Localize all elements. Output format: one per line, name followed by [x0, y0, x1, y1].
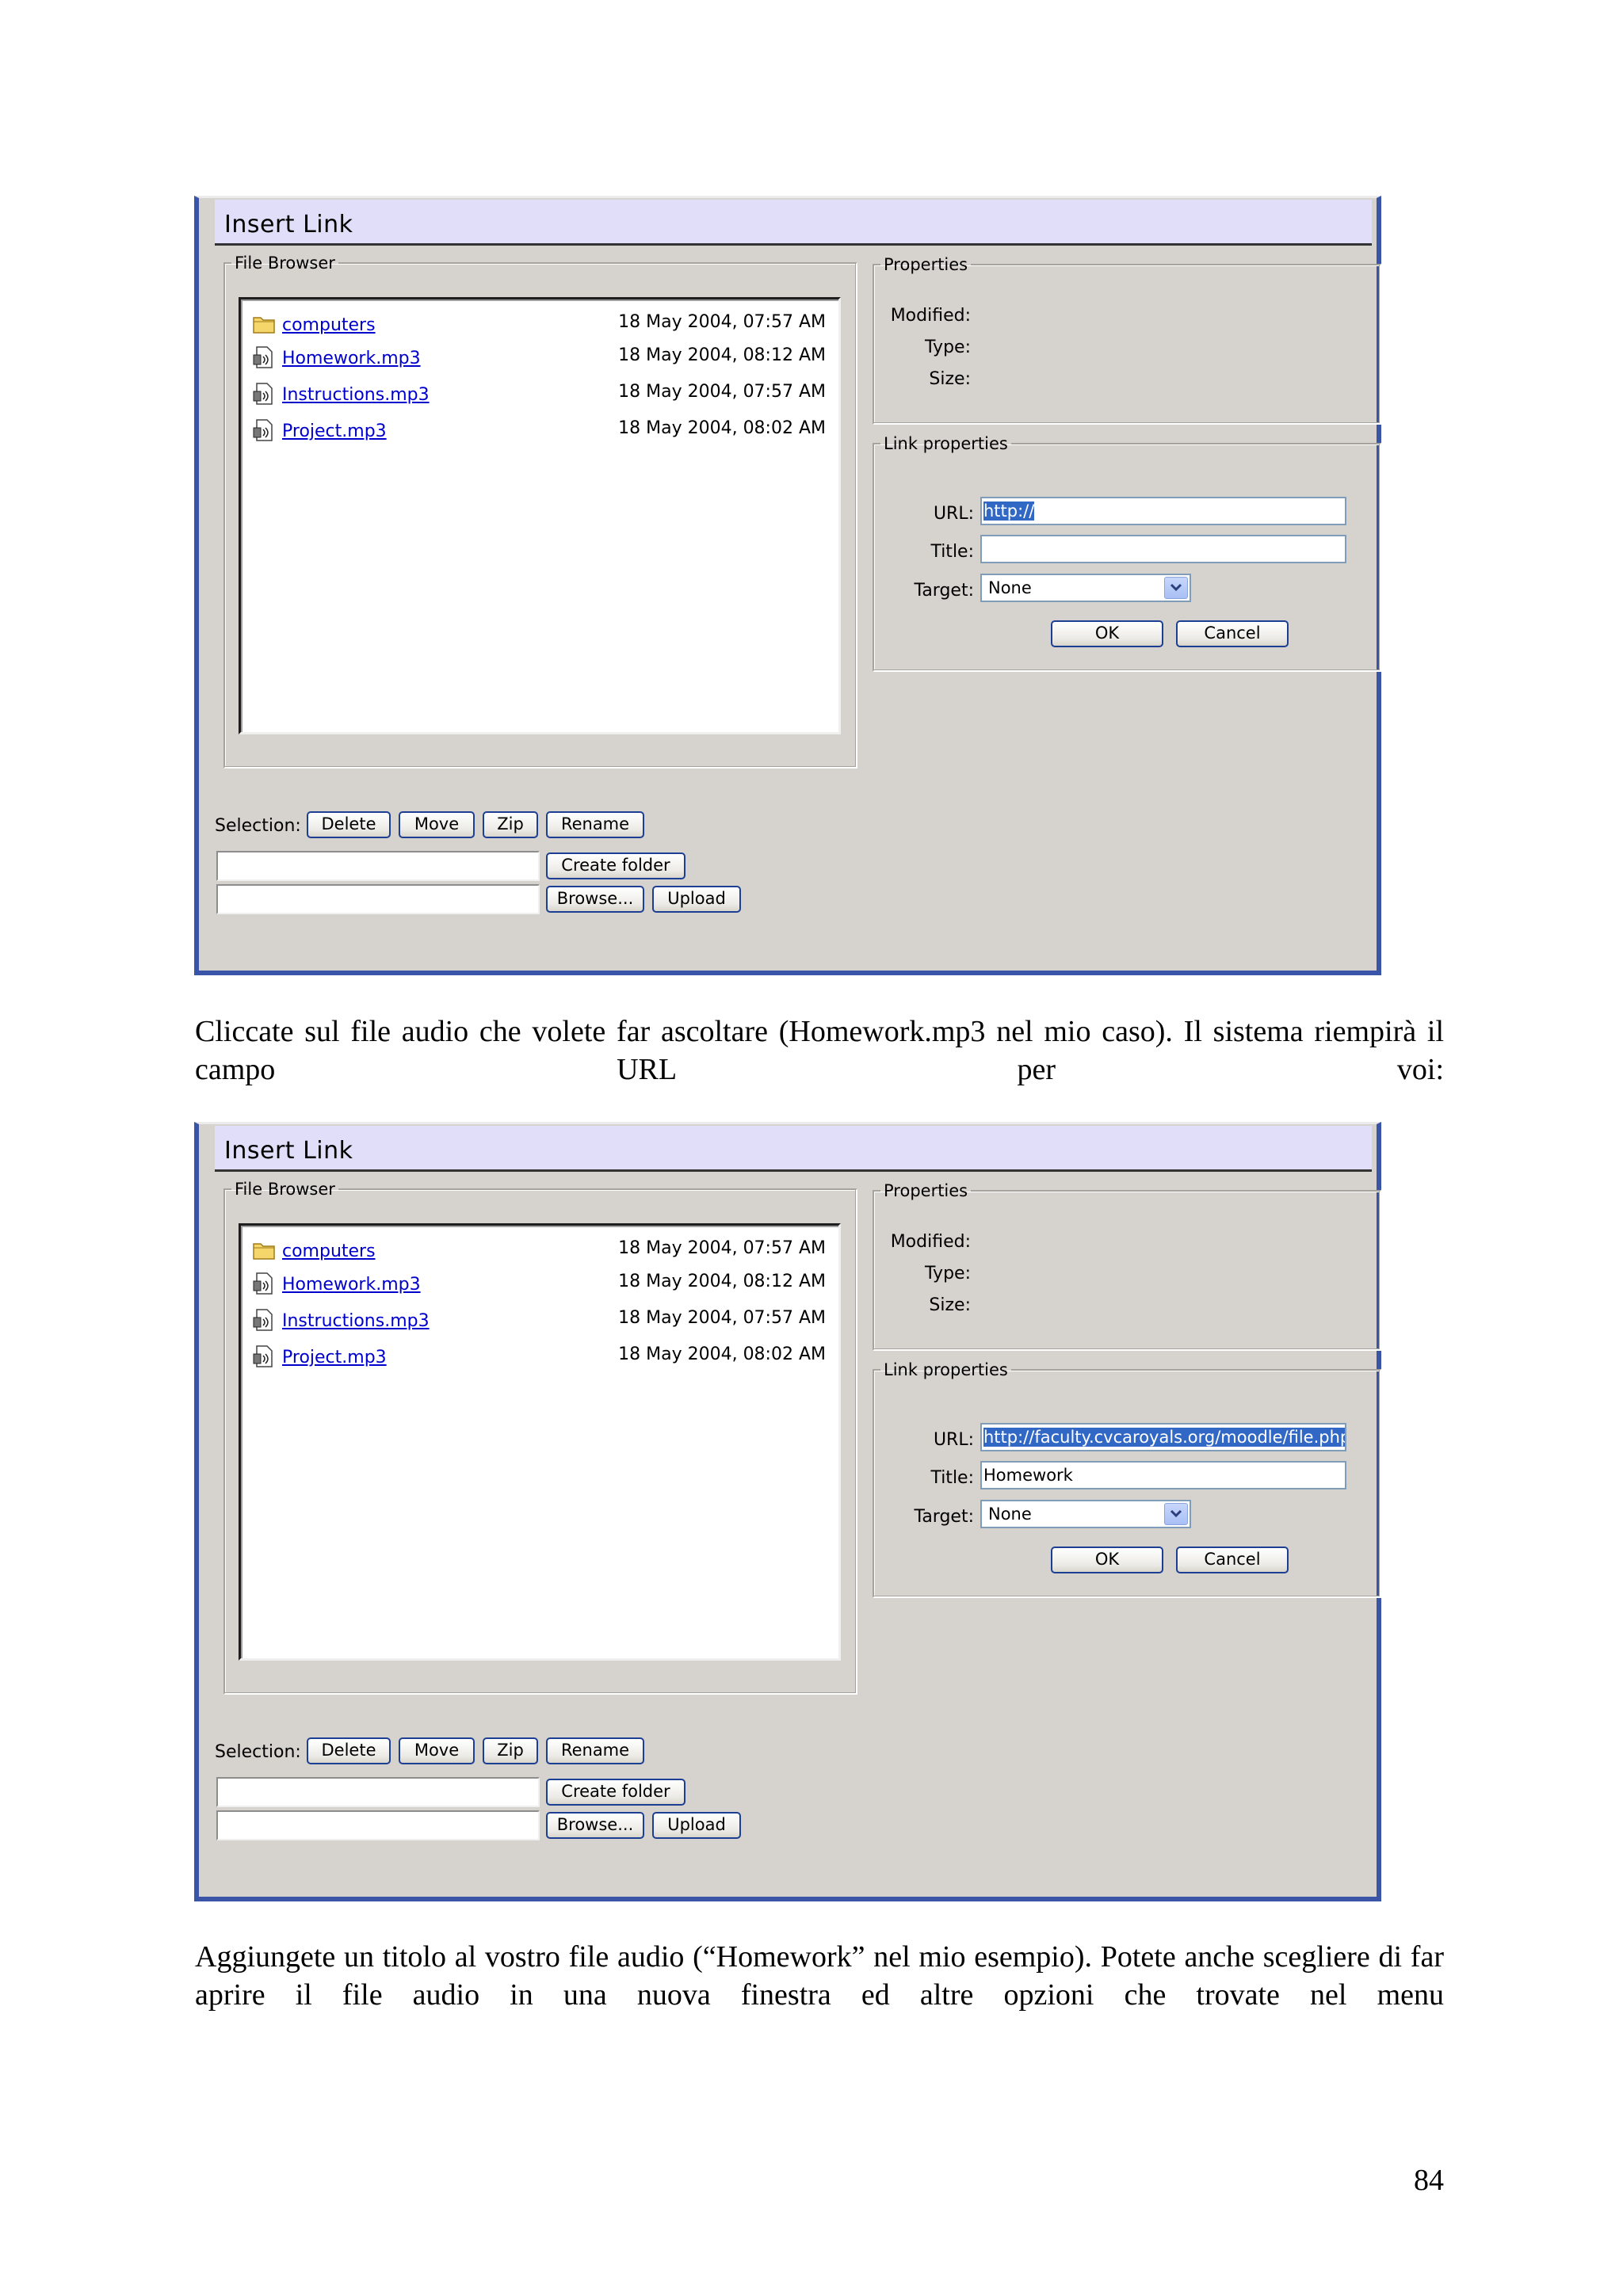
- delete-button[interactable]: Delete: [307, 1737, 391, 1764]
- audio-file-icon: [253, 1345, 273, 1367]
- file-date: 18 May 2004, 08:02 AM: [618, 1344, 826, 1364]
- upload-file-input[interactable]: [216, 1810, 540, 1840]
- target-value: None: [988, 1505, 1032, 1524]
- url-label: URL:: [933, 504, 974, 524]
- chevron-down-icon[interactable]: [1164, 577, 1188, 599]
- file-list[interactable]: computers 18 May 2004, 07:57 AM Homework…: [239, 297, 841, 734]
- cancel-button[interactable]: Cancel: [1176, 620, 1289, 647]
- title-value: Homework: [983, 1466, 1073, 1485]
- dialog-title: Insert Link: [224, 211, 353, 238]
- file-row[interactable]: Instructions.mp3 18 May 2004, 07:57 AM: [252, 380, 831, 407]
- file-date: 18 May 2004, 07:57 AM: [618, 1238, 826, 1258]
- paragraph-2: Aggiungete un titolo al vostro file audi…: [195, 1940, 1444, 2012]
- url-input[interactable]: http://: [980, 497, 1346, 525]
- insert-link-dialog: Insert Link File Browser computers 18 Ma…: [194, 196, 1381, 975]
- file-date: 18 May 2004, 07:57 AM: [618, 312, 826, 332]
- link-properties-legend: Link properties: [884, 1360, 1008, 1379]
- file-link[interactable]: Homework.mp3: [282, 1275, 421, 1295]
- audio-file-icon: [253, 383, 273, 405]
- properties-legend: Properties: [884, 255, 968, 274]
- file-link[interactable]: computers: [282, 1241, 376, 1261]
- file-date: 18 May 2004, 08:02 AM: [618, 418, 826, 438]
- delete-button[interactable]: Delete: [307, 811, 391, 838]
- audio-file-icon: [253, 419, 273, 441]
- link-properties-legend: Link properties: [884, 434, 1008, 453]
- target-select[interactable]: None: [980, 574, 1191, 602]
- folder-icon: [253, 317, 275, 334]
- file-row[interactable]: Homework.mp3 18 May 2004, 08:12 AM: [252, 344, 831, 371]
- create-folder-button[interactable]: Create folder: [546, 1779, 685, 1806]
- file-date: 18 May 2004, 08:12 AM: [618, 1272, 826, 1291]
- file-row[interactable]: computers 18 May 2004, 07:57 AM: [252, 311, 831, 338]
- folder-icon: [253, 1243, 275, 1260]
- file-link[interactable]: Project.mp3: [282, 421, 387, 441]
- size-label: Size:: [929, 1295, 971, 1315]
- url-value: http://: [983, 502, 1035, 521]
- file-row[interactable]: Instructions.mp3 18 May 2004, 07:57 AM: [252, 1306, 831, 1333]
- url-value: http://faculty.cvcaroyals.org/moodle/fil…: [983, 1428, 1345, 1447]
- url-input[interactable]: http://faculty.cvcaroyals.org/moodle/fil…: [980, 1423, 1346, 1451]
- file-link[interactable]: Project.mp3: [282, 1348, 387, 1367]
- zip-button[interactable]: Zip: [483, 1737, 538, 1764]
- upload-button[interactable]: Upload: [652, 886, 741, 913]
- move-button[interactable]: Move: [399, 1737, 475, 1764]
- upload-button[interactable]: Upload: [652, 1812, 741, 1839]
- dialog-titlebar: Insert Link: [215, 1126, 1372, 1172]
- file-link[interactable]: Instructions.mp3: [282, 385, 430, 405]
- paragraph-1: Cliccate sul file audio che volete far a…: [195, 1015, 1444, 1086]
- modified-label: Modified:: [890, 1232, 971, 1252]
- audio-file-icon: [253, 346, 273, 368]
- dialog-titlebar: Insert Link: [215, 200, 1372, 246]
- url-label: URL:: [933, 1430, 974, 1450]
- move-button[interactable]: Move: [399, 811, 475, 838]
- upload-file-input[interactable]: [216, 884, 540, 914]
- file-row[interactable]: Homework.mp3 18 May 2004, 08:12 AM: [252, 1270, 831, 1297]
- zip-button[interactable]: Zip: [483, 811, 538, 838]
- audio-file-icon: [253, 1309, 273, 1331]
- target-label: Target:: [914, 581, 974, 601]
- page-number: 84: [1414, 2164, 1444, 2197]
- properties-legend: Properties: [884, 1181, 968, 1200]
- rename-button[interactable]: Rename: [546, 1737, 644, 1764]
- file-link[interactable]: Homework.mp3: [282, 349, 421, 368]
- ok-button[interactable]: OK: [1051, 1547, 1163, 1573]
- folder-name-input[interactable]: [216, 1777, 540, 1807]
- title-label: Title:: [930, 542, 974, 562]
- browse-button[interactable]: Browse...: [546, 1812, 644, 1839]
- file-date: 18 May 2004, 08:12 AM: [618, 345, 826, 365]
- type-label: Type:: [925, 1264, 971, 1283]
- folder-name-input[interactable]: [216, 851, 540, 881]
- file-browser-legend: File Browser: [235, 254, 335, 273]
- audio-file-icon: [253, 1272, 273, 1295]
- file-date: 18 May 2004, 07:57 AM: [618, 382, 826, 402]
- cancel-button[interactable]: Cancel: [1176, 1547, 1289, 1573]
- insert-link-dialog: Insert Link File Browser computers 18 Ma…: [194, 1122, 1381, 1901]
- file-row[interactable]: computers 18 May 2004, 07:57 AM: [252, 1237, 831, 1264]
- file-browser-legend: File Browser: [235, 1180, 335, 1199]
- dialog-title: Insert Link: [224, 1137, 353, 1165]
- size-label: Size:: [929, 369, 971, 389]
- rename-button[interactable]: Rename: [546, 811, 644, 838]
- file-row[interactable]: Project.mp3 18 May 2004, 08:02 AM: [252, 1343, 831, 1370]
- title-label: Title:: [930, 1468, 974, 1488]
- selection-label: Selection:: [215, 1742, 301, 1762]
- target-select[interactable]: None: [980, 1500, 1191, 1528]
- create-folder-button[interactable]: Create folder: [546, 852, 685, 879]
- selection-label: Selection:: [215, 816, 301, 836]
- title-input[interactable]: [980, 535, 1346, 563]
- target-label: Target:: [914, 1507, 974, 1527]
- chevron-down-icon[interactable]: [1164, 1503, 1188, 1525]
- file-link[interactable]: computers: [282, 315, 376, 335]
- file-date: 18 May 2004, 07:57 AM: [618, 1308, 826, 1328]
- ok-button[interactable]: OK: [1051, 620, 1163, 647]
- title-input[interactable]: Homework: [980, 1461, 1346, 1489]
- target-value: None: [988, 578, 1032, 597]
- browse-button[interactable]: Browse...: [546, 886, 644, 913]
- file-list[interactable]: computers 18 May 2004, 07:57 AM Homework…: [239, 1223, 841, 1661]
- modified-label: Modified:: [890, 306, 971, 326]
- type-label: Type:: [925, 338, 971, 357]
- file-link[interactable]: Instructions.mp3: [282, 1311, 430, 1331]
- file-row[interactable]: Project.mp3 18 May 2004, 08:02 AM: [252, 417, 831, 444]
